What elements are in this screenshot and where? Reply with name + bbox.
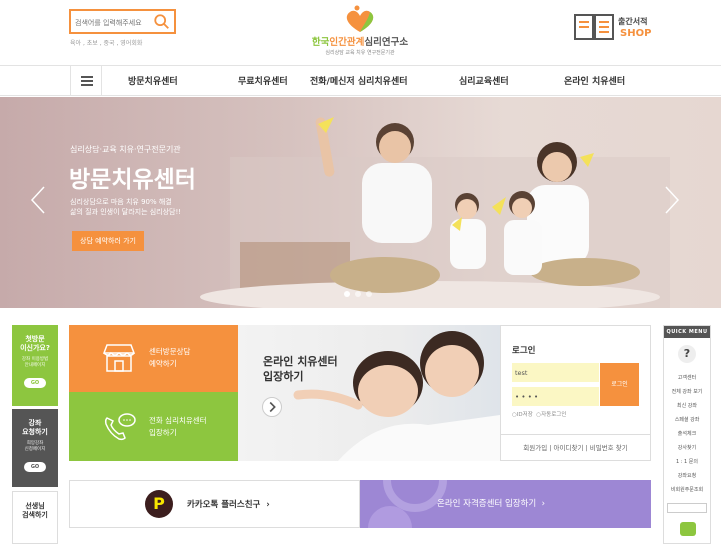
nav-item-free[interactable]: 무료치유센터 [238,74,288,87]
first-visit-title: 첫방문 이신가요? [20,335,50,352]
id-input[interactable] [512,363,599,382]
nav-item-phone[interactable]: 전화/메신저 심리치유센터 [310,74,408,87]
quick-item[interactable]: 강사찾기 [664,444,710,451]
slide-dot[interactable] [366,291,372,297]
visit-reservation-card[interactable]: 센터방문상담 예약하기 [69,325,238,392]
nav-item-education[interactable]: 심리교육센터 [459,74,509,87]
kakao-text: 카카오톡 플러스친구 › [187,500,270,510]
slide-dot[interactable] [355,291,361,297]
chat-icon[interactable] [680,522,696,536]
book-icon[interactable] [574,13,614,41]
teacher-search-title: 선생님 검색하기 [22,502,48,519]
phone-card-line2: 입장하기 [149,428,177,437]
quick-menu: QUICK MENU ? 고객센터 전체 강좌 보기 최신 강좌 스페셜 강좌 … [663,325,711,544]
logo-subtitle: 심리상담 교육 치유 연구전문기관 [325,50,395,56]
help-icon[interactable]: ? [678,345,696,363]
certificate-text: 온라인 자격증센터 입장하기 › [437,499,546,509]
search-icon[interactable] [153,13,171,31]
logo[interactable]: 한국인간관계심리연구소 심리상담 교육 치유 연구전문기관 [300,4,420,58]
reservation-button[interactable]: 상담 예약하러 가기 [72,231,144,251]
go-button[interactable]: GO [24,378,46,388]
phone-center-card[interactable]: 전화 심리치유센터 입장하기 [69,392,238,461]
search-box[interactable] [69,9,176,34]
quick-item[interactable]: 스페셜 강좌 [664,416,710,423]
kakao-plus-banner[interactable]: P 카카오톡 플러스친구 › [69,480,360,528]
logo-title: 한국인간관계심리연구소 [311,37,409,48]
visit-card-line2: 예약하기 [149,359,177,368]
quick-item[interactable]: 1 : 1 문의 [664,458,710,465]
quick-item[interactable]: 고객센터 [664,374,710,381]
phone-card-line1: 전화 심리치유센터 [149,416,207,425]
certificate-center-banner[interactable]: 온라인 자격증센터 입장하기 › [360,480,651,528]
quick-search-input[interactable] [667,503,707,513]
store-icon [102,344,136,372]
quick-item[interactable]: 비회원주문조회 [664,486,710,493]
hero-description: 심리상담으로 마음 치유 90% 해결 [70,198,172,206]
search-tags[interactable]: 육아 , 초보 , 중국 , 영어회화 [70,38,142,47]
password-input[interactable] [512,387,599,406]
login-button[interactable]: 로그인 [600,363,639,406]
nav-item-visit[interactable]: 방문치유센터 [128,74,178,87]
children-photo [293,331,500,461]
publication-label[interactable]: 출간서적 [618,16,647,27]
quick-item[interactable]: 최신 강좌 [664,402,710,409]
first-visit-widget[interactable]: 첫방문 이신가요? 강좌 이용방법 안내페이지 GO [12,325,58,406]
chevron-right-icon[interactable] [262,397,282,417]
slide-dot[interactable] [344,291,350,297]
login-panel: 로그인 로그인 ○ID저장 ○자동로그인 회원가입 | 아이디찾기 | 비밀번호… [500,325,651,461]
online-banner-title: 온라인 치유센터 입장하기 [263,355,338,383]
kakao-plus-icon: P [145,490,173,518]
chevron-left-icon[interactable] [30,185,46,215]
go-button[interactable]: GO [24,462,46,472]
menu-icon[interactable] [70,66,102,95]
main-nav: 방문치유센터 무료치유센터 전화/메신저 심리치유센터 심리교육센터 온라인 치… [0,65,721,96]
teacher-search-widget[interactable]: 선생님 검색하기 [12,491,58,544]
online-center-banner[interactable]: 온라인 치유센터 입장하기 [238,325,500,461]
hero-description: 삶의 질과 인생이 달라지는 심리상담!! [70,208,182,216]
lecture-request-sub: 희망강좌 신청페이지 [24,441,46,452]
logo-heart-icon [346,5,374,32]
hero-title: 방문치유센터 [69,167,196,193]
first-visit-sub: 강좌 이용방법 안내페이지 [21,357,49,368]
search-input[interactable] [75,14,153,31]
visit-card-line1: 센터방문상담 [149,347,191,356]
nav-item-online[interactable]: 온라인 치유센터 [564,74,625,87]
lecture-request-title: 강좌 요청하기 [22,419,48,436]
phone-chat-icon [104,413,136,441]
slide-indicator [344,282,377,301]
hero-subtitle: 심리상담·교육 치유·연구전문기관 [70,145,181,154]
lecture-request-widget[interactable]: 강좌 요청하기 희망강좌 신청페이지 GO [12,409,58,487]
chevron-right-icon[interactable] [664,185,680,215]
login-title: 로그인 [512,346,536,356]
quick-item[interactable]: 강좌요청 [664,472,710,479]
quick-item[interactable]: 전체 강좌 보기 [664,388,710,395]
quick-item[interactable]: 출석체크 [664,430,710,437]
quick-menu-header: QUICK MENU [664,326,710,338]
hero-banner: 심리상담·교육 치유·연구전문기관 방문치유센터 심리상담으로 마음 치유 90… [0,97,721,308]
shop-link[interactable]: SHOP [620,28,651,39]
account-links[interactable]: 회원가입 | 아이디찾기 | 비밀번호 찾기 [501,434,650,452]
login-options: ○ID저장 ○자동로그인 [512,412,567,418]
